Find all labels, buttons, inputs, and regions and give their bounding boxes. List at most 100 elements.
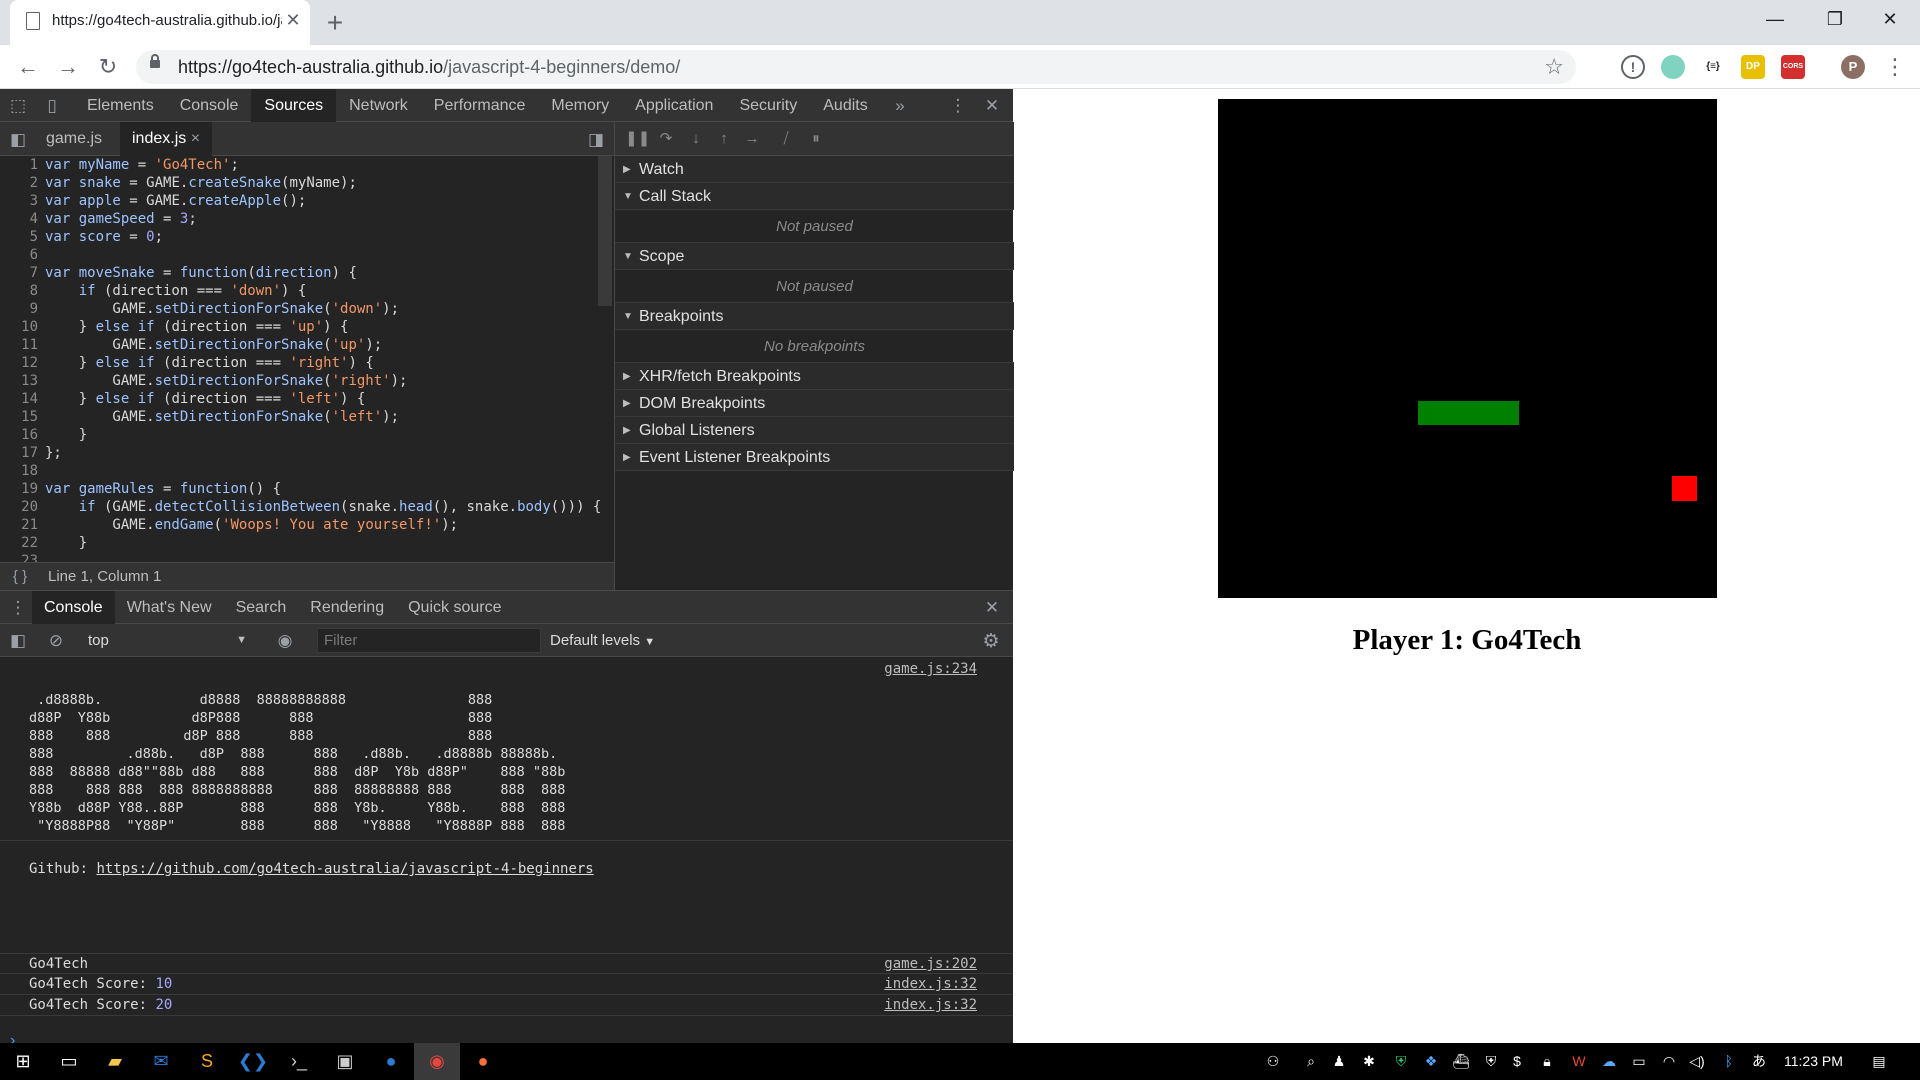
back-button[interactable]: ← [14,53,42,81]
source-link[interactable]: index.js:32 [884,995,977,1016]
browser-menu-icon[interactable]: ⋮ [1881,53,1909,81]
bluetooth-icon[interactable]: ᛒ [1720,1052,1738,1070]
settings-tray-icon[interactable]: ✱ [1360,1052,1378,1070]
drawer-tab-rendering[interactable]: Rendering [298,591,396,624]
source-link[interactable]: game.js:202 [884,954,977,975]
sublime-icon[interactable]: S [184,1043,230,1080]
outlook-icon[interactable]: ✉ [138,1043,184,1080]
tab-performance[interactable]: Performance [421,89,539,122]
more-tabs-icon[interactable]: » [890,96,910,116]
firefox-icon[interactable]: ● [460,1043,506,1080]
address-bar[interactable]: https://go4tech-australia.github.io/java… [136,50,1576,84]
cloud-icon[interactable]: ☁ [1600,1052,1618,1070]
source-link[interactable]: game.js:234 [884,661,977,677]
chrome-icon[interactable]: ◉ [414,1043,460,1080]
tray-app-icon[interactable]: ♟ [1330,1052,1348,1070]
debugger-section-breakpoints[interactable]: ▼ Breakpoints [615,303,1014,330]
console-filter-input[interactable]: Filter [317,628,541,653]
code-editor[interactable]: 1 2 3 4 5 6 7 8 9 10 11 12 13 14 15 16 17 18 19 20 21 22 23 va… [0,156,614,562]
docker-icon[interactable]: ⛴ [1452,1052,1470,1070]
grammar-extension-icon[interactable] [1661,55,1685,79]
debugger-section-scope[interactable]: ▼ Scope [615,243,1014,270]
task-view-icon[interactable]: ▭ [46,1043,92,1080]
pretty-print-icon[interactable]: { } [0,568,40,585]
wifi-icon[interactable]: ◠ [1660,1052,1678,1070]
github-link[interactable]: https://github.com/go4tech-australia/jav… [96,861,593,877]
source-link[interactable]: index.js:32 [884,974,977,995]
tab-audits[interactable]: Audits [810,89,880,122]
log-levels-dropdown[interactable]: Default levels ▼ [550,624,655,657]
defender-icon[interactable]: ⛨ [1482,1052,1500,1070]
app-tray-icon[interactable]: W [1570,1052,1588,1070]
debugger-section-event-listener-breakpoints[interactable]: ▶ Event Listener Breakpoints [615,444,1014,471]
forward-button[interactable]: → [54,53,82,81]
editor-scrollbar[interactable] [598,156,612,306]
debugger-section-dom-breakpoints[interactable]: ▶ DOM Breakpoints [615,390,1014,417]
step-out-icon[interactable]: ↑ [713,128,735,150]
debugger-section-xhr-fetch-breakpoints[interactable]: ▶ XHR/fetch Breakpoints [615,363,1014,390]
drawer-menu-icon[interactable]: ⋮ [8,598,28,618]
inspect-element-icon[interactable]: ⬚ [8,96,28,116]
dollar-icon[interactable]: $ [1508,1052,1526,1070]
new-tab-button[interactable]: + [318,6,352,40]
json-extension-icon[interactable]: {≡} [1701,55,1725,79]
debugger-section-call-stack[interactable]: ▼ Call Stack [615,183,1014,210]
people-icon[interactable]: ⚇ [1264,1052,1282,1070]
deactivate-breakpoints-icon[interactable]: ⧸ [775,128,797,150]
volume-icon[interactable]: ◁) [1688,1052,1706,1070]
close-tab-icon[interactable]: ✕ [282,9,304,31]
debugger-section-watch[interactable]: ▶ Watch [615,156,1014,183]
console-settings-gear-icon[interactable]: ⚙ [980,630,1002,653]
action-center-icon[interactable]: ▤ [1870,1052,1888,1070]
device-toolbar-icon[interactable]: ▯ [42,96,62,116]
dp-extension-icon[interactable]: DP [1741,55,1765,79]
tab-application[interactable]: Application [622,89,726,122]
console-sidebar-icon[interactable]: ◧ [8,631,28,651]
file-explorer-icon[interactable]: ▰ [92,1043,138,1080]
security-shield-icon[interactable]: ⛨ [1392,1052,1410,1070]
reload-button[interactable]: ↻ [94,53,122,81]
game-canvas[interactable] [1218,99,1717,598]
clock[interactable]: 11:23 PM [1784,1043,1843,1080]
context-selector[interactable]: top ▼ [80,624,255,657]
profile-avatar[interactable]: P [1841,55,1865,79]
pause-on-exceptions-icon[interactable]: ⏸ [805,128,827,150]
maps-icon[interactable]: ● [368,1043,414,1080]
dropbox-icon[interactable]: ❖ [1422,1052,1440,1070]
live-expression-eye-icon[interactable]: ◉ [274,631,296,651]
close-drawer-icon[interactable]: ✕ [982,598,1002,618]
devtools-menu-icon[interactable]: ⋮ [948,96,968,116]
tab-network[interactable]: Network [336,89,421,122]
battery-icon[interactable]: ▭ [1630,1052,1648,1070]
cors-extension-icon[interactable]: CORS [1781,55,1805,79]
restore-button[interactable]: ❐ [1805,0,1865,40]
clear-console-icon[interactable]: ⊘ [46,631,66,651]
drawer-tab-what-s-new[interactable]: What's New [115,591,224,624]
app-icon[interactable]: ▣ [322,1043,368,1080]
close-window-button[interactable]: ✕ [1860,0,1920,40]
close-file-icon[interactable]: × [191,130,200,147]
language-icon[interactable]: あ [1750,1052,1768,1070]
step-into-icon[interactable]: ↓ [685,128,707,150]
vscode-icon[interactable]: ❮❯ [230,1043,276,1080]
browser-tab[interactable]: https://go4tech-australia.github.io/java… [10,0,310,45]
pause-icon[interactable]: ❚❚ [625,128,650,150]
bookmark-star-icon[interactable]: ☆ [1544,54,1564,80]
drawer-tab-quick-source[interactable]: Quick source [396,591,513,624]
search-tray-icon[interactable]: ⌕ [1302,1052,1320,1070]
tab-memory[interactable]: Memory [538,89,622,122]
tab-security[interactable]: Security [726,89,810,122]
toggle-debugger-icon[interactable]: ◨ [586,130,606,150]
close-devtools-icon[interactable]: ✕ [982,96,1002,116]
terminal-icon[interactable]: ›_ [276,1043,322,1080]
debugger-section-global-listeners[interactable]: ▶ Global Listeners [615,417,1014,444]
tab-sources[interactable]: Sources [251,89,337,122]
lock-tray-icon[interactable]: 🔒︎ [1538,1052,1556,1070]
step-over-icon[interactable]: ↷ [655,128,677,150]
info-extension-icon[interactable]: ! [1621,55,1645,79]
tab-console[interactable]: Console [167,89,252,122]
drawer-tab-console[interactable]: Console [32,591,115,624]
minimize-button[interactable]: — [1745,0,1805,40]
toggle-navigator-icon[interactable]: ◧ [8,130,28,150]
drawer-tab-search[interactable]: Search [224,591,299,624]
